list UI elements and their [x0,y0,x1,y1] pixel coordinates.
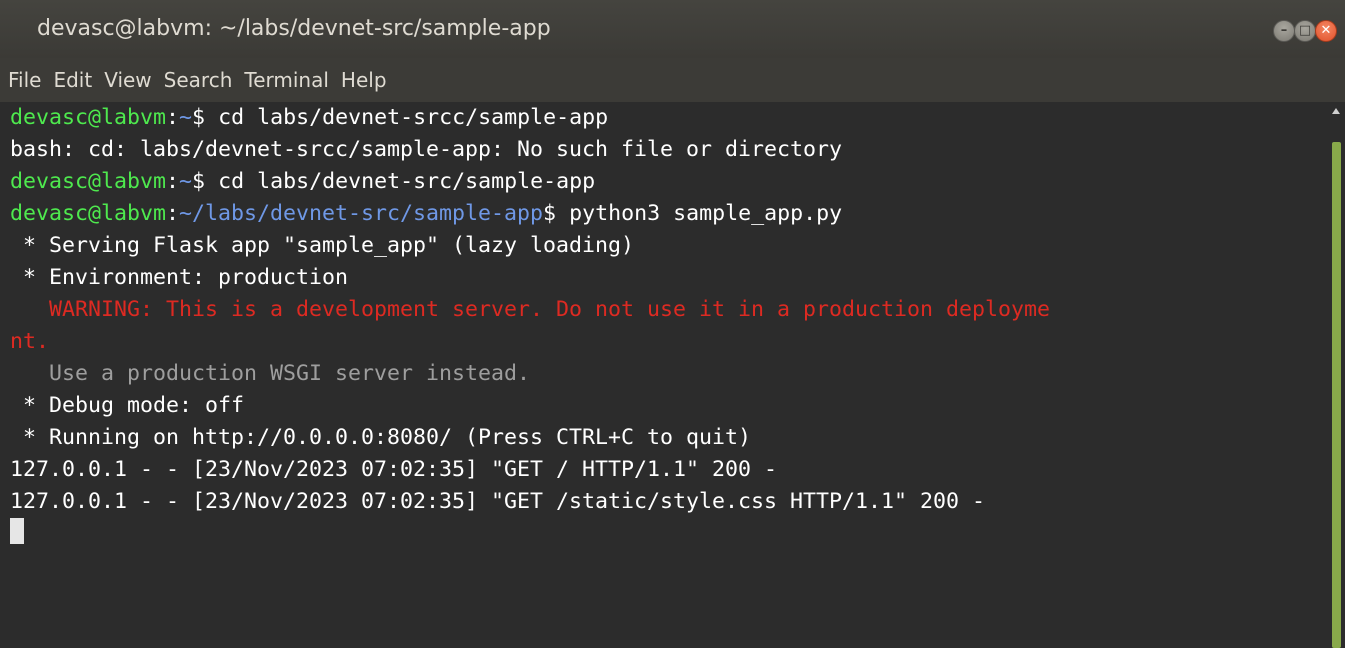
menu-file[interactable]: File [0,68,47,92]
minimize-button[interactable]: – [1273,20,1295,42]
maximize-button[interactable]: □ [1294,20,1316,42]
window-controls: – □ ✕ [1273,20,1337,42]
output-text: 127.0.0.1 - - [23/Nov/2023 07:02:35] "GE… [10,489,986,514]
output-text: * Serving Flask app "sample_app" (lazy l… [10,233,635,258]
terminal-line: * Serving Flask app "sample_app" (lazy l… [10,230,1328,262]
prompt-path: ~/labs/devnet-src/sample-app [179,201,544,226]
terminal-output[interactable]: devasc@labvm:~$ cd labs/devnet-srcc/samp… [0,102,1328,648]
menu-edit[interactable]: Edit [47,68,98,92]
command-text: cd labs/devnet-src/sample-app [205,169,596,194]
output-text: * Running on http://0.0.0.0:8080/ (Press… [10,425,752,450]
scrollbar-thumb[interactable] [1332,142,1341,648]
terminal-line: Use a production WSGI server instead. [10,358,1328,390]
terminal-line: 127.0.0.1 - - [23/Nov/2023 07:02:35] "GE… [10,486,1328,518]
terminal-line: WARNING: This is a development server. D… [10,294,1328,326]
terminal-line: nt. [10,326,1328,358]
output-text: * Debug mode: off [10,393,245,418]
menu-help[interactable]: Help [335,68,393,92]
text-cursor [10,518,24,544]
window-title: devasc@labvm: ~/labs/devnet-src/sample-a… [37,16,551,41]
prompt-user: devasc@labvm [10,169,167,194]
prompt-path: ~ [179,105,193,130]
close-button[interactable]: ✕ [1315,20,1337,42]
title-bar[interactable]: devasc@labvm: ~/labs/devnet-src/sample-a… [0,0,1345,58]
prompt-user: devasc@labvm [10,105,167,130]
terminal-line: bash: cd: labs/devnet-srcc/sample-app: N… [10,134,1328,166]
terminal-line: * Running on http://0.0.0.0:8080/ (Press… [10,422,1328,454]
output-text: bash: cd: labs/devnet-srcc/sample-app: N… [10,137,843,162]
scrollbar[interactable] [1328,102,1345,648]
terminal-line: 127.0.0.1 - - [23/Nov/2023 07:02:35] "GE… [10,454,1328,486]
menu-view[interactable]: View [98,68,157,92]
terminal-line [10,518,1328,550]
menu-search[interactable]: Search [158,68,239,92]
terminal-line: devasc@labvm:~$ cd labs/devnet-srcc/samp… [10,105,609,130]
prompt-user: devasc@labvm [10,201,167,226]
prompt-path: ~ [179,169,193,194]
warning-text: WARNING: This is a development server. D… [10,297,1051,322]
terminal-line: devasc@labvm:~/labs/devnet-src/sample-ap… [10,201,843,226]
terminal-line: * Debug mode: off [10,390,1328,422]
terminal-window: devasc@labvm: ~/labs/devnet-src/sample-a… [0,0,1345,648]
terminal-line: devasc@labvm:~$ cd labs/devnet-src/sampl… [10,169,596,194]
menu-terminal[interactable]: Terminal [238,68,335,92]
warning-text: nt. [10,329,50,354]
terminal-line: * Environment: production [10,262,1328,294]
menu-bar: File Edit View Search Terminal Help [0,58,1345,102]
output-text: * Environment: production [10,265,349,290]
scroll-up-arrow-icon[interactable] [1332,108,1340,114]
dim-text: Use a production WSGI server instead. [10,361,531,386]
command-text: python3 sample_app.py [556,201,843,226]
command-text: cd labs/devnet-srcc/sample-app [205,105,609,130]
output-text: 127.0.0.1 - - [23/Nov/2023 07:02:35] "GE… [10,457,778,482]
